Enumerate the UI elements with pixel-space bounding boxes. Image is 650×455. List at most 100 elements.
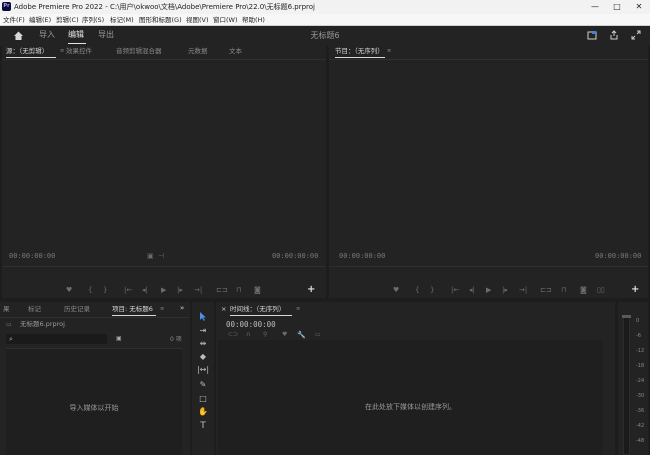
type-tool-icon[interactable]: T [196,420,210,432]
snap-icon[interactable]: ∩ [246,331,250,339]
step-back-icon[interactable]: ◂| [142,286,148,294]
go-to-in-icon[interactable]: |← [124,286,132,294]
project-search-input[interactable] [18,334,104,344]
menu-file[interactable]: 文件(F) [3,15,25,25]
add-marker-icon[interactable]: ♥ [393,286,399,294]
menu-graphics[interactable]: 图形和标题(G) [139,15,182,25]
close-button[interactable]: ✕ [628,0,650,14]
minimize-button[interactable]: — [584,0,606,14]
insert-clip-icon[interactable]: ⊏⊐ [216,286,228,294]
tab-audio-clip-mixer[interactable]: 音频剪辑混合器 [116,47,162,56]
razor-tool-icon[interactable]: ◆ [196,351,210,363]
timeline-timecode[interactable]: 00:00:00:00 [226,320,276,329]
project-media-area[interactable]: 导入媒体以开始 [6,348,182,455]
timeline-panel: × 时间线：（无序列） ≡ 00:00:00:00 ⊂⊃ ∩ ⚲ ♥ 🔧 ▭ 在… [216,302,615,455]
meter-tick: -18 [636,363,645,369]
project-panel: 果 标记 历史记录 项目: 无标题6 ≡ » ▭ 无标题6.prproj ⌕ ▣… [0,302,190,455]
meter-tick: -24 [636,378,645,384]
maximize-button[interactable]: □ [606,0,628,14]
quick-export-icon[interactable] [586,30,598,42]
pen-tool-icon[interactable]: ✎ [196,379,210,391]
active-tab-underline [335,57,385,58]
meter-tick: -42 [636,423,645,429]
go-to-out-icon[interactable]: →| [194,286,202,294]
timeline-drop-area[interactable]: 在此处放下媒体以创建序列。 [218,340,603,455]
more-panels-icon[interactable]: » [180,304,184,313]
mark-out-icon[interactable]: } [103,286,107,294]
overwrite-clip-icon[interactable]: ⊓ [236,286,241,294]
timeline-empty-prompt: 在此处放下媒体以创建序列。 [365,403,456,411]
button-editor-icon[interactable]: + [631,285,639,295]
program-panel-menu-icon[interactable]: ≡ [387,47,391,56]
timeline-panel-menu-icon[interactable]: ≡ [296,305,300,314]
export-frame-icon[interactable]: ◙ [254,286,261,294]
project-search-field[interactable]: ⌕ [6,334,107,344]
nest-icon[interactable]: ⊂⊃ [228,331,238,339]
tab-effect-controls[interactable]: 效果控件 [66,47,92,56]
premiere-logo-icon: Pr [2,2,11,11]
wrench-icon[interactable]: 🔧 [297,331,306,339]
go-to-in-icon[interactable]: |← [451,286,459,294]
menu-help[interactable]: 帮助(H) [242,15,265,25]
share-icon[interactable] [608,30,620,42]
fullscreen-icon[interactable] [630,30,642,42]
export-frame-icon[interactable]: ◙ [580,286,587,294]
program-panel-title[interactable]: 节目：（无序列） [335,47,384,56]
audio-meter-left-channel [623,316,630,455]
extract-icon[interactable]: ⊓ [561,286,566,294]
document-name: 无标题6 [310,31,340,40]
tab-source[interactable]: 源：（无剪辑） [6,47,48,56]
lift-icon[interactable]: ⊏⊐ [540,286,552,294]
step-back-icon[interactable]: ◂| [469,286,475,294]
meter-tick: -6 [636,333,641,339]
play-icon[interactable]: ▶ [486,286,491,294]
button-editor-icon[interactable]: + [307,285,315,295]
source-panel-menu-icon[interactable]: ≡ [60,47,64,56]
menu-clip[interactable]: 剪辑(C) [56,15,79,25]
timeline-title[interactable]: 时间线：（无序列） [230,305,285,314]
source-timecode-duration: 00:00:00:00 [272,252,319,260]
mark-out-icon[interactable]: } [430,286,434,294]
new-search-bin-icon[interactable]: ▣ [116,334,122,343]
selection-tool-icon[interactable] [196,311,210,323]
linked-selection-icon[interactable]: ⚲ [263,331,267,339]
step-forward-icon[interactable]: |▸ [502,286,508,294]
meter-tick: -36 [636,408,645,414]
captions-icon[interactable]: ▭ [315,331,321,339]
ripple-edit-tool-icon[interactable]: ⇹ [196,338,210,350]
active-tab-underline [6,57,56,58]
menu-window[interactable]: 窗口(W) [213,15,238,25]
comparison-view-icon[interactable]: ▯▯ [597,286,605,294]
track-select-tool-icon[interactable]: ⇥ [196,325,210,337]
tab-effects[interactable]: 果 [3,305,10,314]
close-timeline-icon[interactable]: × [221,305,226,314]
menu-markers[interactable]: 标记(M) [110,15,134,25]
mark-in-icon[interactable]: { [88,286,92,294]
meter-tick: -30 [636,393,645,399]
program-timecode-playhead[interactable]: 00:00:00:00 [339,252,385,260]
tab-history[interactable]: 历史记录 [64,305,90,314]
clip-indicator [622,315,631,318]
tab-text[interactable]: 文本 [229,47,242,56]
source-timecode-in[interactable]: 00:00:00:00 [9,252,55,260]
rectangle-tool-icon[interactable]: □ [196,393,210,405]
tab-project[interactable]: 项目: 无标题6 [112,305,153,314]
go-to-out-icon[interactable]: →| [519,286,527,294]
hand-tool-icon[interactable]: ✋ [196,406,210,418]
menu-bar: 文件(F) 编辑(E) 剪辑(C) 序列(S) 标记(M) 图形和标题(G) 视… [0,14,650,26]
add-marker-icon[interactable]: ♥ [66,286,72,294]
tab-markers[interactable]: 标记 [28,305,41,314]
settings-icon[interactable]: ▣ [147,252,154,260]
project-panel-menu-icon[interactable]: ≡ [160,305,164,314]
meter-tick: 0 [636,318,640,324]
add-marker-icon[interactable]: ♥ [282,331,287,339]
menu-sequence[interactable]: 序列(S) [82,15,104,25]
mark-in-icon[interactable]: { [415,286,419,294]
play-icon[interactable]: ▶ [161,286,166,294]
menu-edit[interactable]: 编辑(E) [29,15,51,25]
tab-metadata[interactable]: 元数据 [188,47,208,56]
menu-view[interactable]: 视图(V) [186,15,209,25]
step-forward-icon[interactable]: |▸ [177,286,183,294]
insert-icon[interactable]: ⊣ [158,252,164,260]
slip-tool-icon[interactable]: |↔| [196,364,210,376]
